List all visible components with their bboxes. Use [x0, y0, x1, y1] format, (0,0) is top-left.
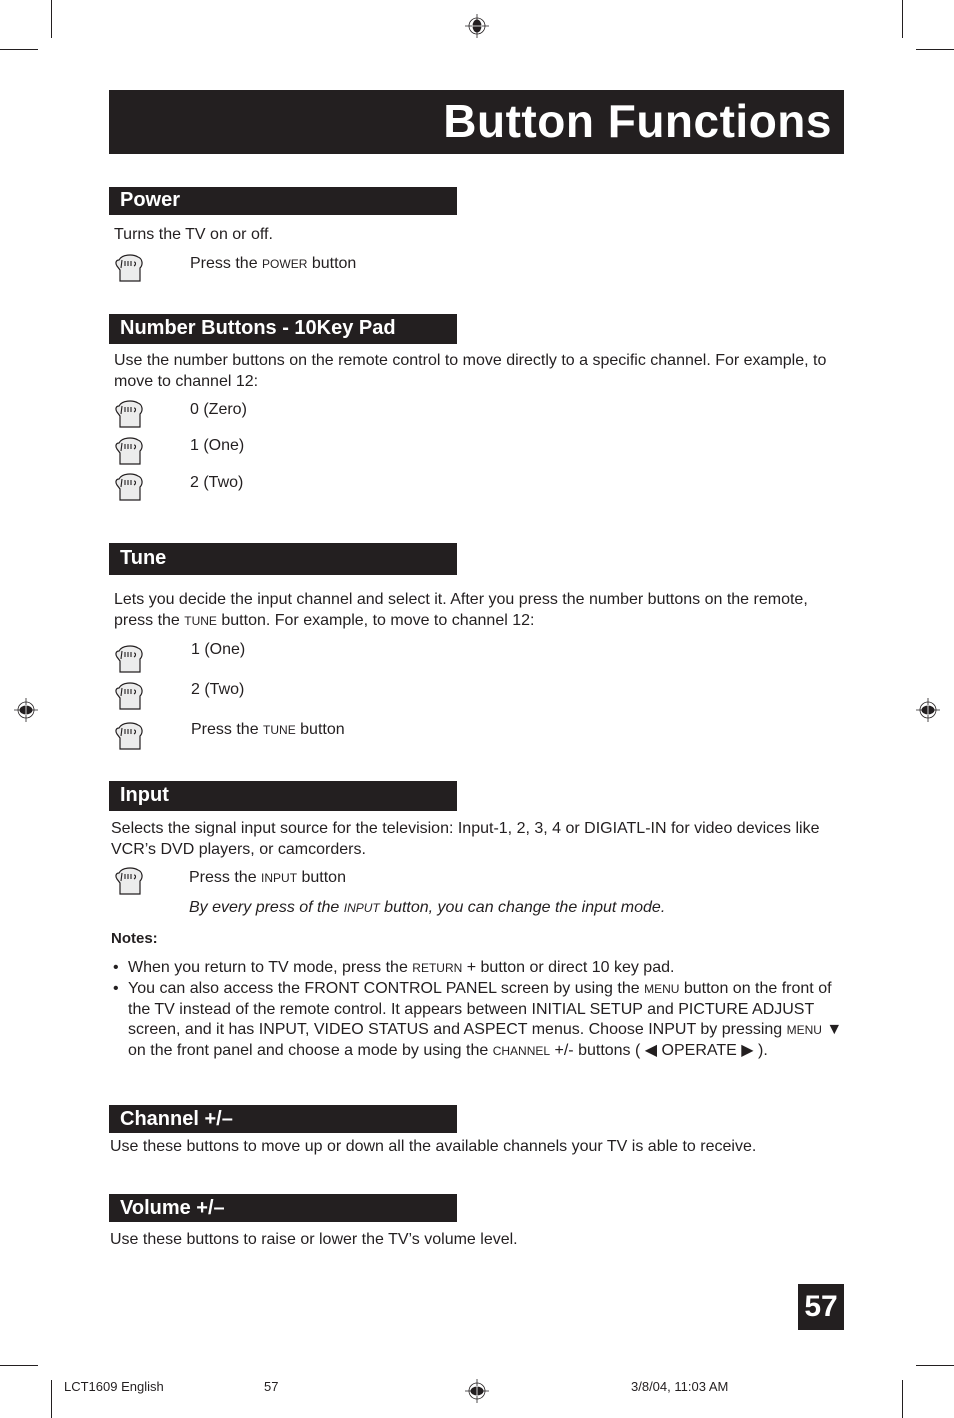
hand-press-icon [115, 400, 143, 428]
number-description: Use the number buttons on the remote con… [114, 352, 827, 390]
section-heading-text: Tune [120, 547, 167, 569]
step-text: button [297, 869, 346, 886]
section-heading-text: Volume +/– [120, 1197, 225, 1219]
note-item: When you return to TV mode, press the Re… [111, 958, 851, 979]
tune-step: 2 (Two) [191, 681, 245, 698]
number-step: 1 (One) [190, 437, 245, 454]
section-heading-text: Input [120, 784, 169, 806]
number-step: 0 (Zero) [190, 401, 247, 418]
tune-step: Press the Tune button [191, 721, 345, 739]
hand-press-icon [115, 437, 143, 465]
section-heading-text: Power [120, 189, 181, 211]
number-step: 2 (Two) [190, 474, 244, 491]
button-name: Tune [263, 723, 296, 737]
button-name: Input [261, 871, 298, 885]
registration-mark-icon [465, 14, 489, 38]
button-name: Menu [644, 981, 680, 996]
section-heading-volume: Volume +/– [109, 1194, 457, 1222]
hand-press-icon [115, 722, 143, 750]
registration-mark-icon [465, 1379, 489, 1403]
section-heading-channel: Channel +/– [109, 1105, 457, 1133]
power-step: Press the Power button [190, 255, 356, 273]
registration-mark-icon [916, 698, 940, 722]
crop-mark [916, 1365, 954, 1366]
crop-mark [916, 49, 954, 50]
power-description: Turns the TV on or off. [114, 226, 273, 243]
footer-date: 3/8/04, 11:03 AM [631, 1379, 729, 1394]
section-heading-input: Input [109, 781, 457, 811]
crop-mark [0, 49, 38, 50]
button-name: Tune [184, 614, 217, 628]
tune-step: 1 (One) [191, 641, 246, 658]
registration-mark-icon [14, 698, 38, 722]
page-number: 57 [798, 1284, 844, 1330]
hand-press-icon [115, 254, 143, 282]
section-heading-tune: Tune [109, 543, 457, 575]
note-item: You can also access the FRONT CONTROL PA… [111, 979, 851, 1062]
input-description: Selects the signal input source for the … [111, 820, 820, 858]
crop-mark [902, 1380, 903, 1418]
button-name: Menu [786, 1023, 822, 1038]
section-heading-text: Number Buttons - 10Key Pad [120, 317, 396, 339]
crop-mark [0, 1365, 38, 1366]
page-title-bar: Button Functions [109, 90, 844, 154]
button-name: Channel [492, 1044, 551, 1059]
footer-doc-name: LCT1609 English [64, 1379, 164, 1394]
section-heading-power: Power [109, 187, 457, 215]
text: +/- buttons ( ◀ OPERATE ▶ ). [550, 1042, 768, 1060]
input-note: By every press of the Input button, you … [189, 899, 665, 917]
crop-mark [51, 1380, 52, 1418]
button-name: Return [412, 961, 463, 975]
section-heading-number-buttons: Number Buttons - 10Key Pad [109, 314, 457, 344]
text: By every press of the [189, 899, 344, 916]
channel-description: Use these buttons to move up or down all… [110, 1138, 757, 1155]
footer-page: 57 [264, 1379, 279, 1394]
text: When you return to TV mode, press the [128, 959, 413, 976]
notes-list: When you return to TV mode, press the Re… [111, 958, 851, 1062]
button-name: Input [343, 901, 380, 915]
text: + button or direct 10 key pad. [462, 959, 675, 976]
step-text: Press the [189, 869, 262, 886]
hand-press-icon [115, 645, 143, 673]
step-text: button [295, 721, 345, 738]
crop-mark [51, 0, 52, 38]
button-name: Power [262, 257, 308, 271]
page-title: Button Functions [443, 95, 832, 147]
hand-press-icon [115, 867, 143, 895]
step-text: Press the [190, 255, 263, 272]
text: button. For example, to move to channel … [216, 612, 535, 629]
text: button, you can change the input mode. [379, 899, 666, 916]
hand-press-icon [115, 682, 143, 710]
text: You can also access the FRONT CONTROL PA… [128, 979, 645, 997]
input-step: Press the Input button [189, 869, 346, 887]
section-heading-text: Channel +/– [120, 1108, 233, 1130]
volume-description: Use these buttons to raise or lower the … [110, 1231, 518, 1248]
hand-press-icon [115, 473, 143, 501]
crop-mark [902, 0, 903, 38]
step-text: Press the [191, 721, 264, 738]
notes-label: Notes: [111, 930, 158, 947]
tune-description: Lets you decide the input channel and se… [114, 589, 834, 632]
step-text: button [307, 255, 357, 272]
